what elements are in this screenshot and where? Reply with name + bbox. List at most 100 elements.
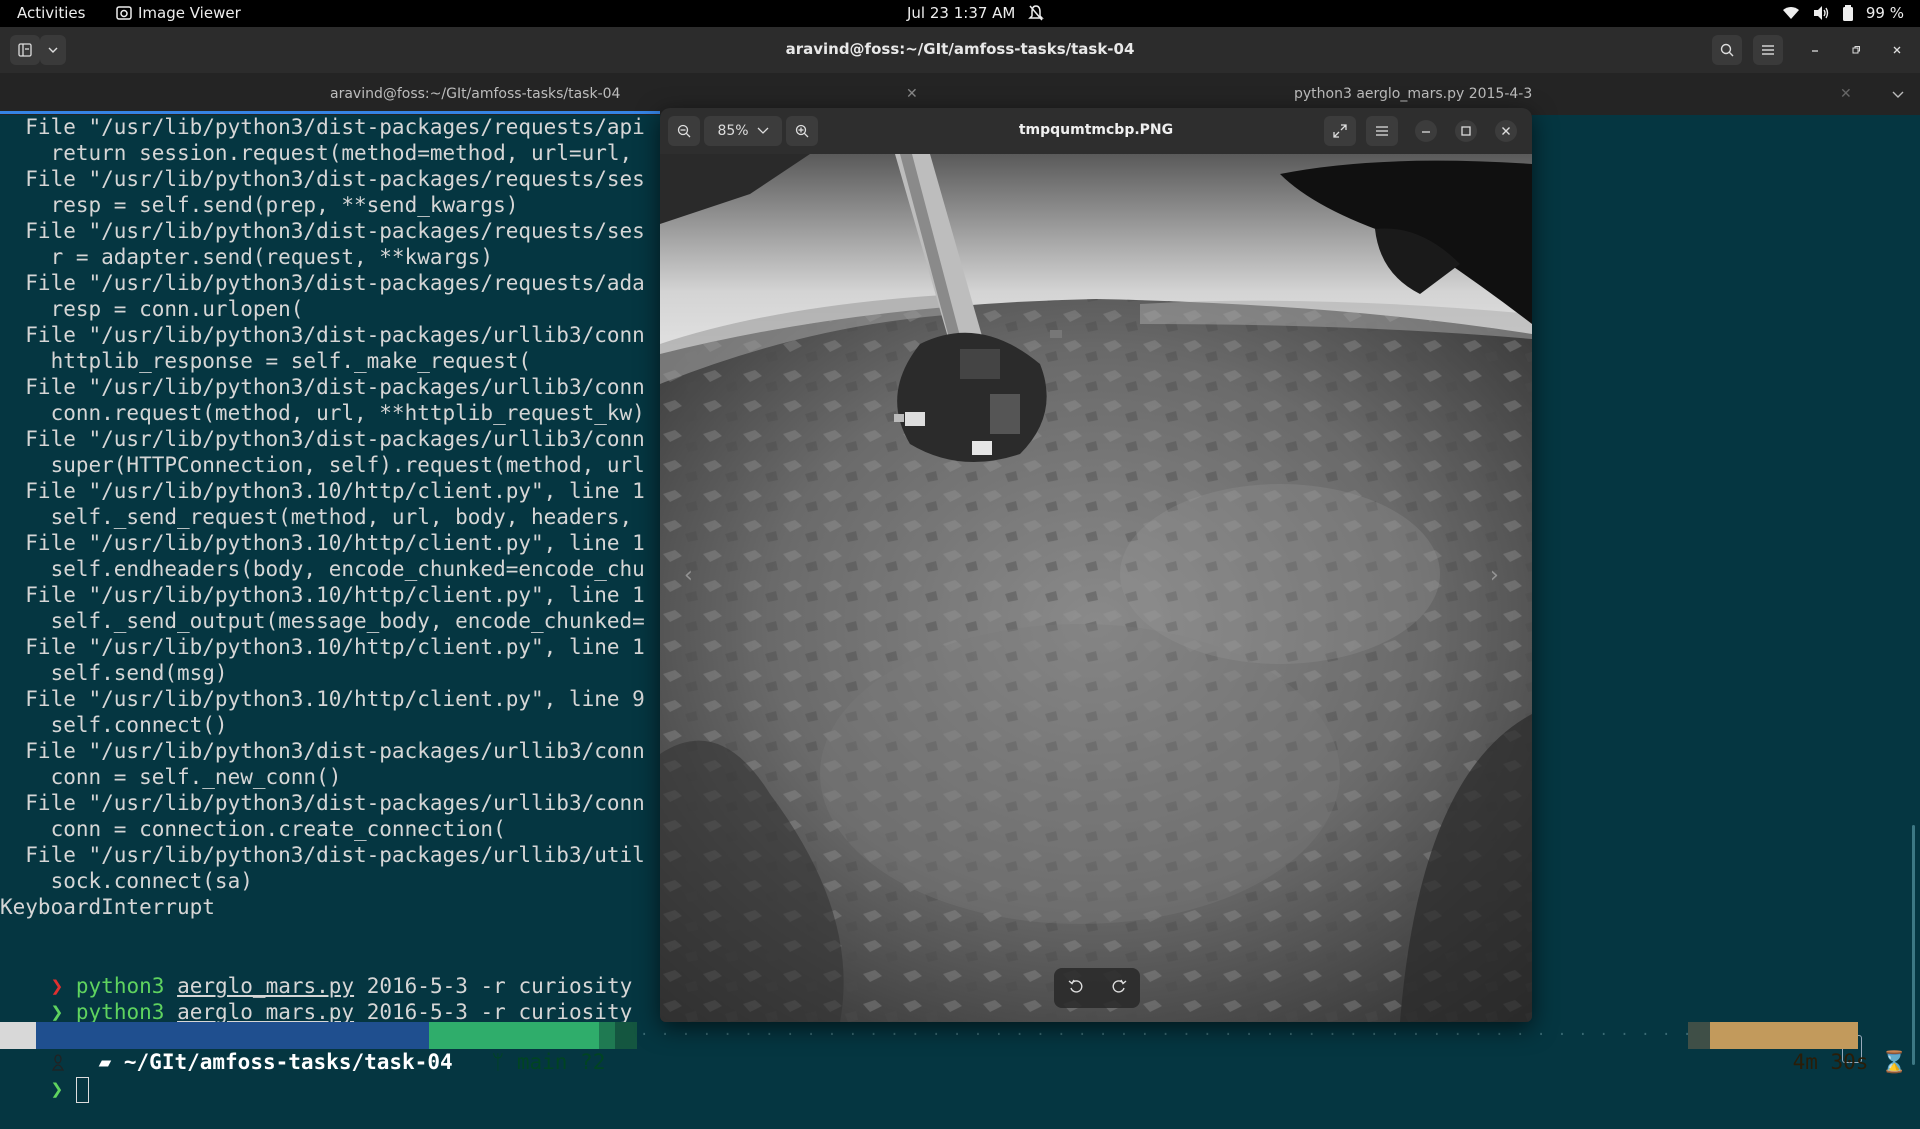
previous-image-button[interactable]: ‹ [684, 563, 693, 588]
terminal-line: File "/usr/lib/python3/dist-packages/req… [0, 115, 645, 139]
restore-icon [1852, 46, 1860, 54]
command-line: ❯ python3 aerglo_mars.py 2016-5-3 -r cur… [0, 947, 633, 998]
volume-icon [1813, 6, 1829, 20]
terminal-line: File "/usr/lib/python3.10/http/client.py… [0, 479, 645, 503]
terminal-line: self.connect() [0, 713, 228, 737]
hamburger-menu-icon [1762, 45, 1774, 55]
folder-icon: ▰ [98, 1050, 112, 1074]
mars-rover-photo[interactable] [660, 154, 1532, 1022]
terminal-headerbar: aravind@foss:~/GIt/amfoss-tasks/task-04 [0, 27, 1920, 73]
terminal-line: sock.connect(sa) [0, 869, 253, 893]
viewer-minimize-button[interactable] [1414, 116, 1438, 146]
terminal-line: File "/usr/lib/python3.10/http/client.py… [0, 635, 645, 659]
battery-icon [1842, 5, 1853, 21]
command-args: 2016-5-3 -r curiosity [366, 1000, 633, 1024]
top-bar: Activities Image Viewer Jul 23 1:37 AM 9… [0, 0, 1920, 27]
command-line: ❯ python3 aerglo_mars.py 2016-5-3 -r cur… [0, 973, 633, 1024]
menu-button[interactable] [1753, 35, 1783, 65]
image-viewer-icon [116, 6, 132, 20]
powerline-prompt: ▰ ~/GIt/amfoss-tasks/task-04 ᛘ main ?2 ·… [0, 1022, 1920, 1074]
terminal-line: self._send_request(method, url, body, he… [0, 505, 645, 529]
terminal-line: resp = conn.urlopen( [0, 297, 304, 321]
viewer-maximize-button[interactable] [1454, 116, 1478, 146]
close-icon [1893, 46, 1901, 54]
tab-overflow-button[interactable] [1892, 87, 1904, 103]
terminal-line: conn = connection.create_connection( [0, 817, 506, 841]
battery-percent: 99 % [1865, 4, 1904, 22]
terminal-line: File "/usr/lib/python3/dist-packages/req… [0, 167, 645, 191]
cursor [75, 1077, 89, 1103]
terminal-line: File "/usr/lib/python3/dist-packages/url… [0, 739, 645, 763]
powerline-filler: · · · · · · · · · · · · · · · · · · · · … [640, 1027, 1688, 1043]
tab-close-icon[interactable]: ✕ [1840, 86, 1852, 102]
terminal-line: File "/usr/lib/python3/dist-packages/req… [0, 271, 645, 295]
terminal-line: File "/usr/lib/python3/dist-packages/url… [0, 843, 645, 867]
fullscreen-icon [1333, 124, 1347, 138]
terminal-line: httplib_response = self._make_request( [0, 349, 532, 373]
terminal-line: File "/usr/lib/python3/dist-packages/url… [0, 791, 645, 815]
image-filename: tmpqumtmcbp.PNG [1018, 122, 1174, 138]
minimize-button[interactable] [1802, 35, 1828, 65]
os-icon [0, 1022, 64, 1071]
git-branch: main ?2 [516, 1050, 606, 1074]
git-segment: ᛘ main ?2 [429, 1022, 605, 1074]
terminal-line: File "/usr/lib/python3.10/http/client.py… [0, 531, 645, 555]
terminal-line: resp = self.send(prep, **send_kwargs) [0, 193, 519, 217]
terminal-line: super(HTTPConnection, self).request(meth… [0, 453, 645, 477]
terminal-line: File "/usr/lib/python3/dist-packages/url… [0, 323, 645, 347]
git-segment-end [599, 1022, 615, 1049]
next-image-button[interactable]: › [1490, 563, 1499, 588]
restore-button[interactable] [1843, 35, 1869, 65]
image-viewer-window[interactable]: 85% tmpqumtmcbp.PNG ‹ › [660, 108, 1532, 1022]
duration-segment: 4m 30s ⌛ [1710, 1022, 1907, 1074]
prompt-symbol: ❯ [50, 1000, 64, 1024]
rotate-right-button[interactable] [1111, 978, 1127, 998]
git-segment-fade [615, 1022, 637, 1049]
git-icon: ᛘ [491, 1050, 505, 1074]
maximize-icon [1455, 120, 1477, 142]
terminal-line: File "/usr/lib/python3.10/http/client.py… [0, 583, 645, 607]
search-icon [1720, 43, 1734, 57]
terminal-line: File "/usr/lib/python3/dist-packages/req… [0, 219, 645, 243]
rotate-left-icon [1068, 979, 1082, 993]
app-menu[interactable]: Image Viewer [116, 4, 241, 22]
terminal-line: KeyboardInterrupt [0, 895, 215, 919]
fullscreen-button[interactable] [1324, 116, 1356, 146]
notification-bell-icon[interactable] [1028, 4, 1044, 26]
activities-button[interactable]: Activities [17, 4, 85, 22]
tab-close-icon[interactable]: ✕ [906, 86, 918, 102]
minimize-icon [1415, 120, 1437, 142]
tab-label: python3 aerglo_mars.py 2015-4-3 [1294, 86, 1533, 102]
app-name: Image Viewer [138, 4, 241, 22]
terminal-line: File "/usr/lib/python3/dist-packages/url… [0, 427, 645, 451]
terminal-line: File "/usr/lib/python3.10/http/client.py… [0, 687, 645, 711]
viewer-menu-button[interactable] [1366, 116, 1398, 146]
command-file: aerglo_mars.py [177, 1000, 355, 1024]
terminal-line: r = adapter.send(request, **kwargs) [0, 245, 494, 269]
path-segment: ▰ ~/GIt/amfoss-tasks/task-04 [36, 1022, 453, 1074]
duration-segment-fade [1688, 1022, 1710, 1049]
rotate-toolbar [1054, 968, 1140, 1008]
rotate-left-button[interactable] [1068, 978, 1084, 998]
close-button[interactable] [1884, 35, 1910, 65]
search-button[interactable] [1712, 35, 1742, 65]
viewer-close-button[interactable] [1494, 116, 1518, 146]
viewer-headerbar: 85% tmpqumtmcbp.PNG [660, 108, 1532, 154]
terminal-line: return session.request(method=method, ur… [0, 141, 645, 165]
terminal-line: conn.request(method, url, **httplib_requ… [0, 401, 645, 425]
tab-label: aravind@foss:~/GIt/amfoss-tasks/task-04 [330, 86, 621, 102]
hamburger-menu-icon [1376, 126, 1388, 136]
window-title: aravind@foss:~/GIt/amfoss-tasks/task-04 [785, 40, 1135, 58]
clock[interactable]: Jul 23 1:37 AM [907, 4, 1015, 22]
terminal-line: self.send(msg) [0, 661, 228, 685]
powerline-path: ~/GIt/amfoss-tasks/task-04 [123, 1050, 453, 1074]
command: python3 [75, 1000, 165, 1024]
command-duration: 4m 30s [1792, 1050, 1869, 1074]
terminal-line: self._send_output(message_body, encode_c… [0, 609, 645, 633]
terminal-line: File "/usr/lib/python3/dist-packages/url… [0, 375, 645, 399]
terminal-line: self.endheaders(body, encode_chunked=enc… [0, 557, 645, 581]
rotate-right-icon [1112, 979, 1126, 993]
close-icon [1495, 120, 1517, 142]
system-status-area[interactable]: 99 % [1782, 4, 1904, 22]
wifi-icon [1782, 7, 1799, 19]
